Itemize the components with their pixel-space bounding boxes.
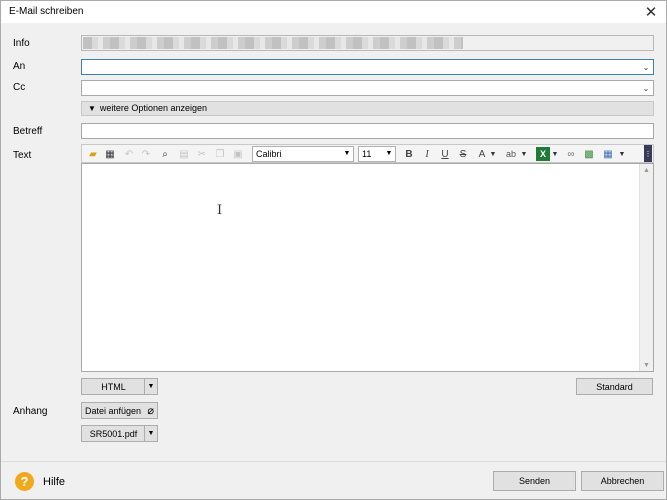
table-icon[interactable]: ▦	[600, 147, 616, 161]
an-label: An	[13, 61, 26, 72]
font-family-value: Calibri	[256, 149, 282, 159]
strikethrough-icon[interactable]: S	[456, 147, 470, 161]
text-label: Text	[13, 150, 32, 161]
info-redacted-text	[83, 37, 463, 49]
subject-input[interactable]	[81, 123, 654, 139]
copy-icon[interactable]: ❐	[213, 147, 227, 161]
dropdown-arrow-icon[interactable]: ▼	[144, 379, 157, 394]
font-size-value: 11	[362, 149, 372, 159]
undo-icon[interactable]: ↶	[122, 147, 136, 161]
image-icon[interactable]: ▩	[582, 147, 596, 161]
an-combobox[interactable]: ⌄	[81, 59, 654, 75]
editor-scrollbar[interactable]: ▲ ▼	[639, 164, 653, 371]
paperclip-icon: ⌀	[147, 405, 154, 417]
chevron-down-icon[interactable]: ⌄	[639, 81, 653, 95]
cc-label: Cc	[13, 82, 26, 93]
email-compose-dialog: E-Mail schreiben ✕ Info An ⌄ Cc ⌄ ▼ weite…	[0, 0, 667, 500]
dropdown-arrow-icon[interactable]: ▼	[520, 147, 528, 161]
dropdown-arrow-icon[interactable]: ▼	[144, 426, 157, 441]
help-icon[interactable]: ?	[15, 472, 34, 491]
font-size-select[interactable]: 11 ▼	[358, 146, 396, 162]
send-button[interactable]: Senden	[493, 471, 576, 491]
dialog-footer: ? Hilfe Senden Abbrechen	[1, 461, 666, 499]
attach-file-button[interactable]: Datei anfügen ⌀	[81, 402, 158, 419]
excel-icon[interactable]: X	[536, 147, 550, 161]
format-label: HTML	[101, 381, 126, 392]
attach-file-label: Datei anfügen	[85, 405, 142, 416]
scroll-down-icon[interactable]: ▼	[640, 359, 653, 371]
editor-toolbar: ▰ ▦ ↶ ↷ ⌕ ▤ ✂ ❐ ▣ Calibri ▼ 11 ▼ B I U S…	[81, 144, 654, 163]
scroll-up-icon[interactable]: ▲	[640, 164, 653, 176]
triangle-down-icon: ▼	[88, 104, 96, 113]
format-select-button[interactable]: HTML ▼	[81, 378, 158, 395]
redo-icon[interactable]: ↷	[139, 147, 153, 161]
font-family-select[interactable]: Calibri ▼	[252, 146, 354, 162]
cc-combobox[interactable]: ⌄	[81, 80, 654, 96]
find-icon[interactable]: ⌕	[158, 147, 172, 161]
open-folder-icon[interactable]: ▰	[86, 147, 100, 161]
message-body-editor[interactable]: ▲ ▼	[81, 163, 654, 372]
dropdown-arrow-icon[interactable]: ▼	[342, 148, 352, 160]
toolbar-overflow-icon[interactable]: ⋮	[644, 145, 652, 162]
dropdown-arrow-icon[interactable]: ▼	[384, 148, 394, 160]
bold-icon[interactable]: B	[402, 147, 416, 161]
standard-button[interactable]: Standard	[576, 378, 653, 395]
dropdown-arrow-icon[interactable]: ▼	[551, 147, 559, 161]
close-icon[interactable]: ✕	[636, 1, 666, 23]
link-icon[interactable]: ∞	[564, 147, 578, 161]
spellcheck-icon[interactable]: ab	[503, 147, 519, 161]
font-color-icon[interactable]: A	[476, 147, 488, 161]
cut-icon[interactable]: ✂	[195, 147, 209, 161]
more-options-button[interactable]: ▼ weitere Optionen anzeigen	[81, 101, 654, 116]
chevron-down-icon[interactable]: ⌄	[639, 60, 653, 74]
anhang-label: Anhang	[13, 406, 48, 417]
attachment-item[interactable]: SR5001.pdf ▼	[81, 425, 158, 442]
paste-icon[interactable]: ▤	[177, 147, 191, 161]
underline-icon[interactable]: U	[438, 147, 452, 161]
info-label: Info	[13, 38, 30, 49]
window-title: E-Mail schreiben	[9, 6, 84, 17]
italic-icon[interactable]: I	[420, 147, 434, 161]
title-bar: E-Mail schreiben ✕	[1, 1, 666, 23]
paste-special-icon[interactable]: ▣	[231, 147, 245, 161]
cancel-button[interactable]: Abbrechen	[581, 471, 664, 491]
more-options-label: weitere Optionen anzeigen	[99, 103, 207, 113]
template-icon[interactable]: ▦	[103, 147, 117, 161]
text-cursor-icon: I	[217, 203, 223, 218]
dropdown-arrow-icon[interactable]: ▼	[618, 147, 626, 161]
betreff-label: Betreff	[13, 126, 43, 137]
help-link[interactable]: Hilfe	[43, 476, 65, 488]
dropdown-arrow-icon[interactable]: ▼	[489, 147, 497, 161]
attachment-name: SR5001.pdf	[89, 428, 138, 439]
